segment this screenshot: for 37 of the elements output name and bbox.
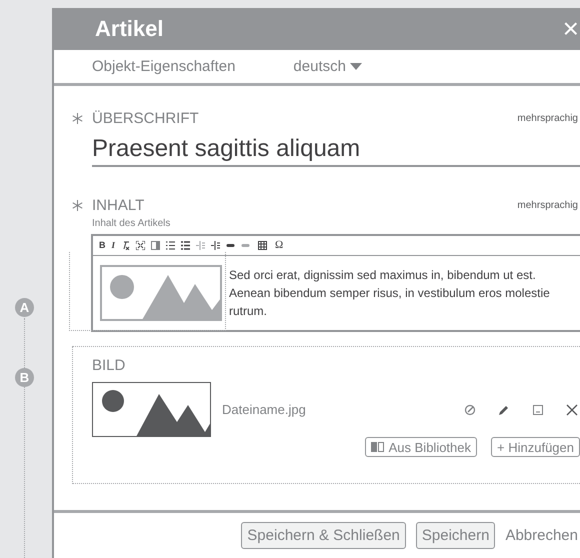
marker-badge: A <box>15 298 34 317</box>
edit-icon[interactable] <box>498 404 510 416</box>
bullet-list-icon[interactable] <box>181 241 190 250</box>
marker-badge: B <box>15 368 34 387</box>
multilingual-label: mehrsprachig <box>517 113 578 124</box>
numbered-list-icon[interactable] <box>166 241 176 250</box>
field-label: INHALT <box>92 197 144 214</box>
library-button[interactable]: Aus Bibliothek <box>364 437 478 457</box>
heading-input[interactable]: Praesent sagittis aliquam <box>92 135 580 167</box>
save-button[interactable]: Speichern <box>416 522 496 549</box>
image-icon[interactable] <box>532 404 544 416</box>
link-icon[interactable] <box>226 241 236 250</box>
language-dropdown[interactable]: deutsch <box>293 58 362 75</box>
field-hint: Inhalt des Artikels <box>92 218 172 229</box>
close-button[interactable]: × <box>562 15 579 43</box>
tab-label[interactable]: Objekt-Eigenschaften <box>92 58 236 75</box>
rich-text-editor[interactable]: B I Ω Sed orci erat, dignissim sed maximus in, bibendum ut est. Aenean bibendum semper risus, in vestibulum eros molestie rutrum. <box>91 234 580 332</box>
table-icon[interactable] <box>256 241 270 250</box>
save-close-button[interactable]: Speichern & Schließen <box>241 522 406 549</box>
maximize-icon[interactable] <box>136 241 146 250</box>
book-icon <box>370 442 384 452</box>
italic-button[interactable]: I <box>112 241 116 250</box>
add-button[interactable]: + Hinzufügen <box>491 437 580 457</box>
close-icon[interactable] <box>566 404 578 416</box>
cancel-button[interactable]: Abbrechen <box>505 527 580 544</box>
window-title: Artikel <box>95 16 164 42</box>
file-name: Dateiname.jpg <box>222 402 306 417</box>
multilingual-label: mehrsprachig <box>517 200 578 211</box>
indent-icon[interactable] <box>211 241 220 250</box>
clear-format-icon[interactable] <box>121 241 130 250</box>
paragraph-text: Sed orci erat, dignissim sed maximus in, bibendum ut est. Aenean bibendum semper risus, in vestibulum eros molestie rutrum. <box>229 267 551 320</box>
field-label: BILD <box>92 357 126 374</box>
field-label: ÜBERSCHRIFT <box>92 110 199 127</box>
caret-icon <box>350 63 362 70</box>
special-character-button[interactable]: Ω <box>275 240 284 251</box>
source-icon[interactable] <box>151 241 160 250</box>
bold-button[interactable]: B <box>99 241 106 250</box>
